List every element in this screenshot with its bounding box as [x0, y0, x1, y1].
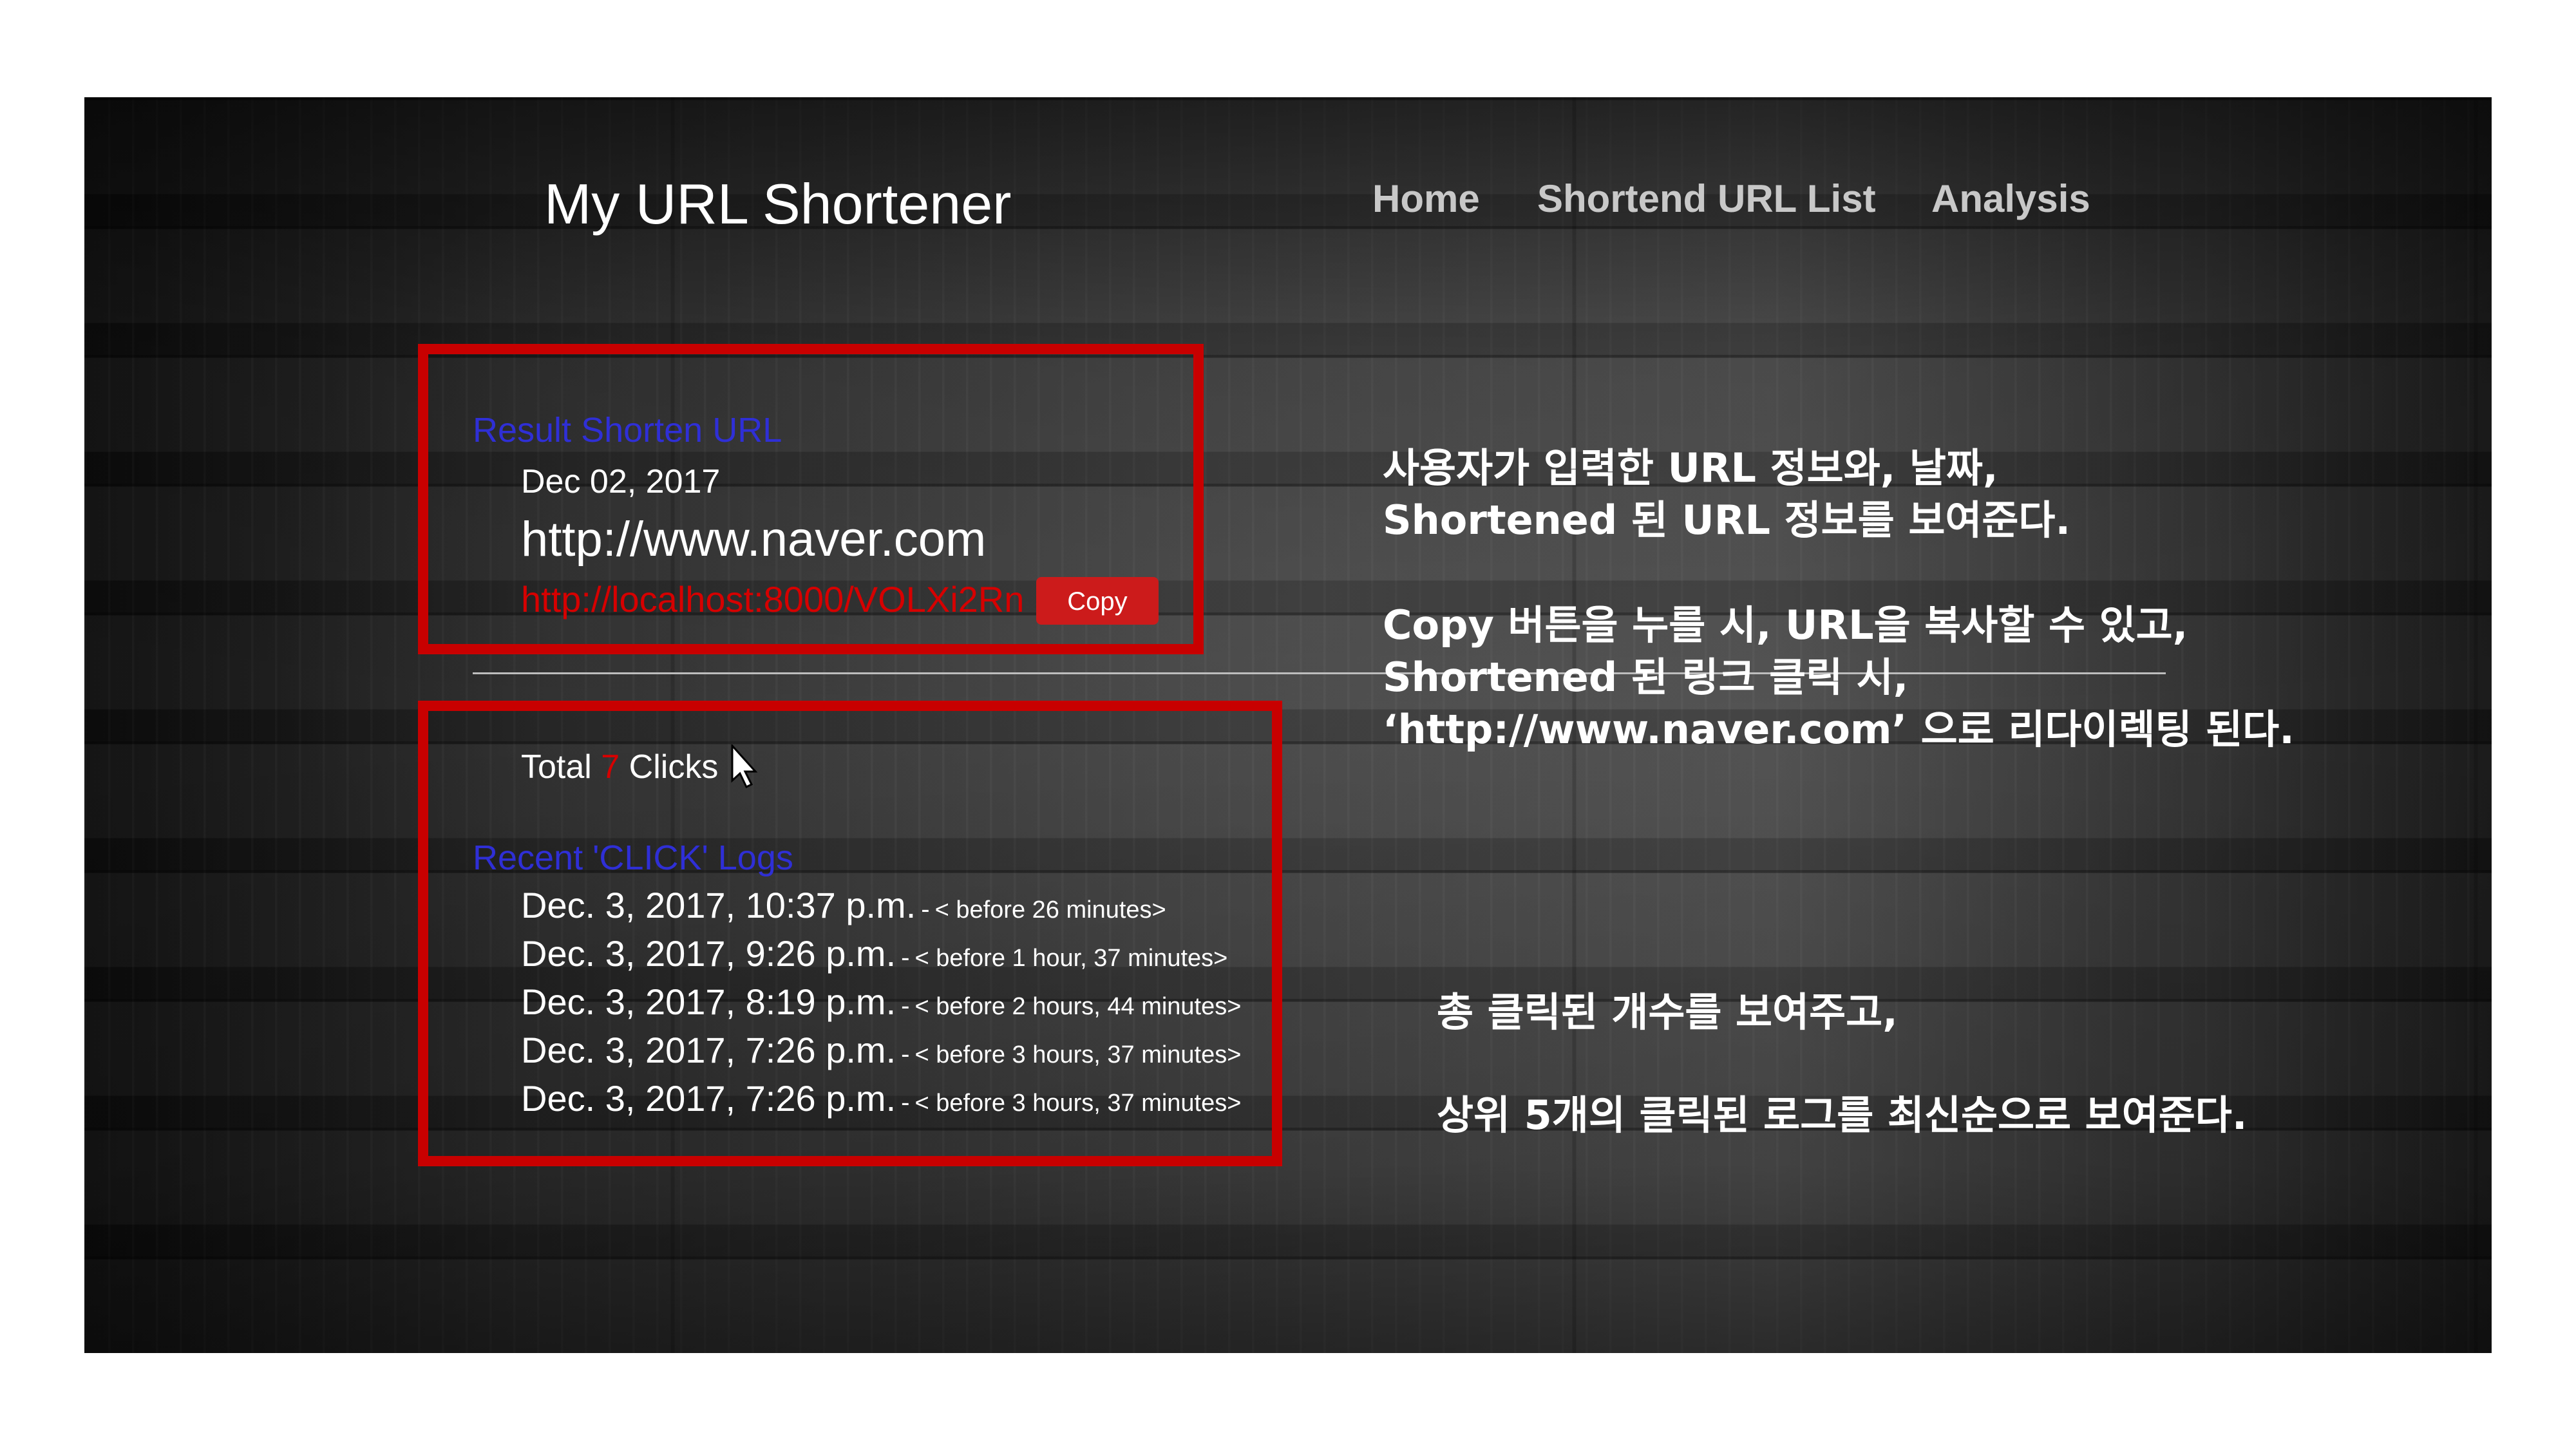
annotation-top: 사용자가 입력한 URL 정보와, 날짜, Shortened 된 URL 정보… — [1383, 442, 2295, 755]
mouse-pointer-icon — [731, 744, 758, 789]
nav-home[interactable]: Home — [1372, 176, 1480, 221]
log-ago: < before 2 hours, 44 minutes> — [914, 993, 1242, 1020]
log-time: Dec. 3, 2017, 10:37 p.m. — [521, 885, 916, 925]
annotation-line: Shortened 된 링크 클릭 시, — [1383, 654, 1909, 701]
log-separator: - — [901, 992, 910, 1020]
original-url: http://www.naver.com — [521, 512, 987, 567]
annotation-bottom-line: 상위 5개의 클릭된 로그를 최신순으로 보여준다. — [1437, 1092, 2248, 1139]
annotation-gap — [1383, 546, 2295, 599]
log-ago: < before 3 hours, 37 minutes> — [914, 1041, 1242, 1068]
short-url-link[interactable]: http://localhost:8000/VOLXi2Rn — [521, 578, 1024, 620]
total-label: Total — [521, 748, 592, 786]
nav-analysis[interactable]: Analysis — [1931, 176, 2090, 221]
log-time: Dec. 3, 2017, 7:26 p.m. — [521, 1078, 896, 1119]
log-separator: - — [901, 1040, 910, 1068]
log-time: Dec. 3, 2017, 9:26 p.m. — [521, 933, 896, 974]
log-ago: < before 3 hours, 37 minutes> — [914, 1090, 1242, 1117]
result-heading: Result Shorten URL — [473, 411, 782, 450]
click-count: 7 — [601, 748, 620, 786]
copy-button[interactable]: Copy — [1036, 577, 1159, 625]
annotation-bottom-line: 총 클릭된 개수를 보여주고, — [1437, 989, 1898, 1036]
log-separator: - — [901, 1088, 910, 1117]
log-row: Dec. 3, 2017, 9:26 p.m. - < before 1 hour,… — [521, 933, 1227, 974]
site-brand[interactable]: My URL Shortener — [544, 171, 1011, 237]
clicks-label: Clicks — [629, 748, 719, 786]
logs-heading: Recent 'CLICK' Logs — [473, 838, 793, 877]
log-separator: - — [901, 943, 910, 972]
log-ago: < before 26 minutes> — [934, 896, 1166, 923]
log-row: Dec. 3, 2017, 10:37 p.m. - < before 26 min… — [521, 884, 1166, 926]
annotation-line: Copy 버튼을 누를 시, URL을 복사할 수 있고, — [1383, 601, 2188, 649]
log-row: Dec. 3, 2017, 8:19 p.m. - < before 2 hours… — [521, 981, 1241, 1023]
total-clicks: Total 7 Clicks — [521, 748, 718, 786]
annotation-line: ‘http://www.naver.com’ 으로 리다이렉팅 된다. — [1383, 706, 2295, 753]
log-row: Dec. 3, 2017, 7:26 p.m. - < before 3 hours… — [521, 1029, 1241, 1071]
result-date: Dec 02, 2017 — [521, 463, 721, 500]
nav-shortend-url-list[interactable]: Shortend URL List — [1537, 176, 1876, 221]
log-time: Dec. 3, 2017, 8:19 p.m. — [521, 981, 896, 1022]
log-row: Dec. 3, 2017, 7:26 p.m. - < before 3 hours… — [521, 1077, 1241, 1119]
log-separator: - — [921, 895, 930, 923]
log-ago: < before 1 hour, 37 minutes> — [914, 945, 1228, 972]
screenshot-slide: My URL Shortener Home Shortend URL List … — [84, 97, 2492, 1353]
annotation-line: Shortened 된 URL 정보를 보여준다. — [1383, 497, 2071, 544]
log-time: Dec. 3, 2017, 7:26 p.m. — [521, 1030, 896, 1070]
annotation-line: 사용자가 입력한 URL 정보와, 날짜, — [1383, 444, 1998, 491]
